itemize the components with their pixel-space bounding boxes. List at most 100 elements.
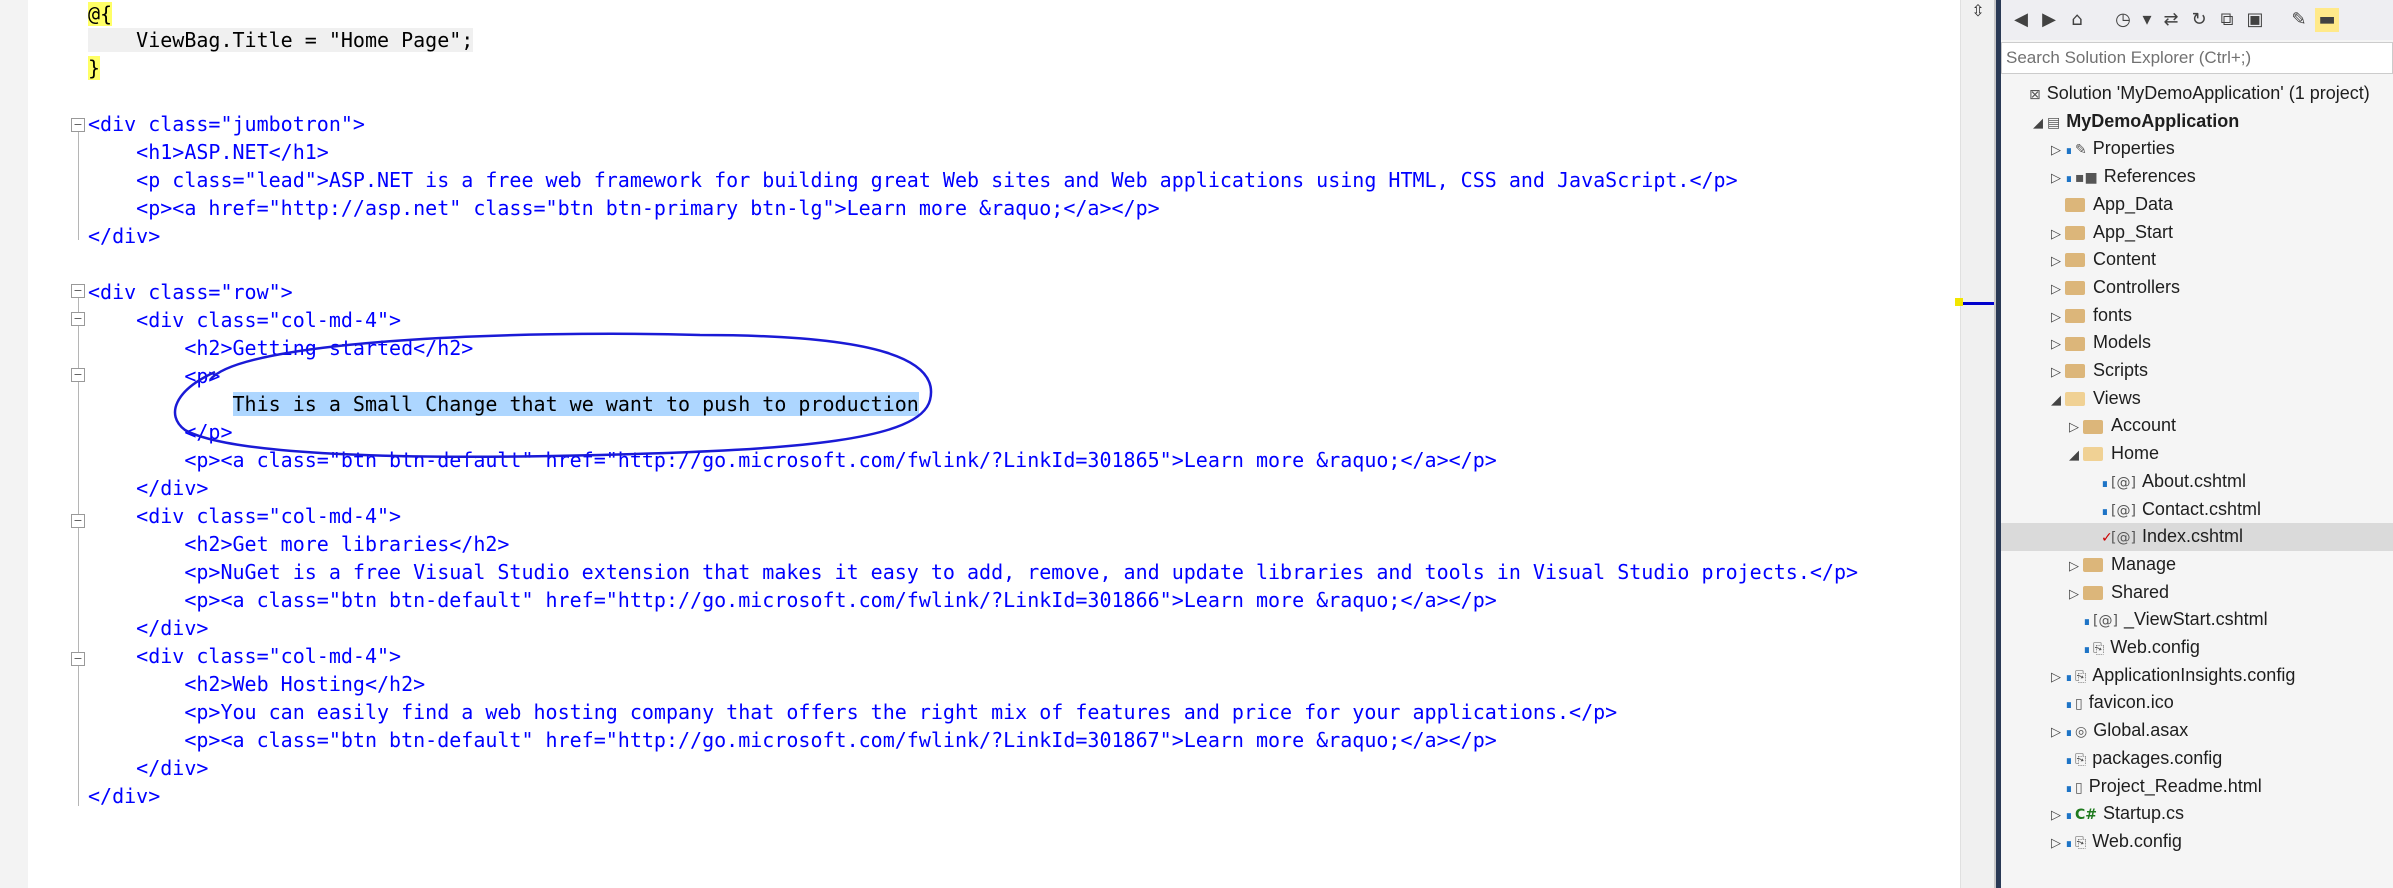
- tree-item[interactable]: ∎ [@] Contact.cshtml: [2001, 496, 2393, 524]
- code-line: <div class="jumbotron">: [88, 112, 365, 136]
- history-icon[interactable]: ◷: [2111, 8, 2135, 32]
- tree-item-label: _ViewStart.cshtml: [2123, 609, 2268, 630]
- refresh-icon[interactable]: ↻: [2187, 8, 2211, 32]
- tree-item[interactable]: App_Data: [2001, 191, 2393, 219]
- tree-item[interactable]: ▷ Account: [2001, 412, 2393, 440]
- expand-arrow-icon[interactable]: ▷: [2047, 664, 2065, 691]
- tree-item-label: Controllers: [2093, 276, 2181, 297]
- folder-icon: [2065, 225, 2085, 240]
- tree-item[interactable]: ▷ ∎ ✎ Properties: [2001, 135, 2393, 163]
- tree-item[interactable]: ∎ ⎘ Web.config: [2001, 634, 2393, 662]
- expand-arrow-icon[interactable]: ▷: [2047, 221, 2065, 248]
- lock-icon: ∎: [2101, 503, 2109, 518]
- tree-item[interactable]: ▷ Controllers: [2001, 274, 2393, 302]
- tree-item[interactable]: ▷ fonts: [2001, 302, 2393, 330]
- split-icon[interactable]: ⇳: [1965, 2, 1991, 20]
- folder-icon: [2083, 585, 2103, 600]
- expand-arrow-icon[interactable]: ▷: [2047, 331, 2065, 358]
- tree-item[interactable]: ▷ Content: [2001, 246, 2393, 274]
- folder-icon: [2065, 253, 2085, 268]
- tree-item-label: Scripts: [2093, 360, 2149, 380]
- back-icon[interactable]: ◀: [2009, 8, 2033, 32]
- expand-arrow-icon[interactable]: ▷: [2047, 719, 2065, 746]
- search-input[interactable]: Search Solution Explorer (Ctrl+;): [2001, 42, 2393, 74]
- tree-item-label: favicon.ico: [2088, 692, 2174, 713]
- code-line: <p><a class="btn btn-default" href="http…: [88, 588, 1497, 612]
- tree-item-label: Project_Readme.html: [2088, 775, 2262, 796]
- expand-arrow-icon[interactable]: ▷: [2047, 304, 2065, 331]
- tree-item[interactable]: ∎ [@] About.cshtml: [2001, 468, 2393, 496]
- tree-item[interactable]: ▷ Scripts: [2001, 357, 2393, 385]
- tree-item[interactable]: ▷ ∎ ⎘ ApplicationInsights.config: [2001, 662, 2393, 690]
- fold-toggle[interactable]: −: [71, 118, 85, 132]
- tree-item-label: Manage: [2111, 553, 2177, 574]
- expand-arrow-icon[interactable]: ▷: [2047, 359, 2065, 386]
- config-icon: ⎘: [2075, 751, 2087, 768]
- solution-icon: ⊠: [2029, 87, 2041, 103]
- tree-item[interactable]: ◢ Home: [2001, 440, 2393, 468]
- code-editor[interactable]: − − − − − − @{ ViewBag.Title = "Home Pag…: [28, 0, 1960, 888]
- fold-toggle[interactable]: −: [71, 312, 85, 326]
- expand-arrow-icon[interactable]: ▷: [2047, 830, 2065, 857]
- tree-item[interactable]: ▷ ∎ ⎘ Web.config: [2001, 828, 2393, 856]
- expand-arrow-icon[interactable]: ▷: [2047, 802, 2065, 829]
- config-icon: ⎘: [2075, 834, 2087, 851]
- tree-item-label: Models: [2093, 332, 2152, 353]
- tree-item[interactable]: ◢ Views: [2001, 385, 2393, 413]
- tree-item-label: Home: [2111, 443, 2160, 464]
- expand-arrow-icon[interactable]: ▷: [2047, 276, 2065, 303]
- tree-item[interactable]: ▷ Models: [2001, 329, 2393, 357]
- selected-text: This is a Small Change that we want to p…: [232, 392, 919, 416]
- collapse-arrow-icon[interactable]: ◢: [2065, 442, 2083, 469]
- expand-arrow-icon[interactable]: ▷: [2047, 137, 2065, 164]
- folder-icon: [2083, 419, 2103, 434]
- lock-icon: ∎: [2083, 642, 2091, 656]
- expand-arrow-icon[interactable]: ▷: [2065, 553, 2083, 580]
- tree-item-label: Views: [2093, 387, 2141, 408]
- tree-item-label: App_Data: [2093, 193, 2174, 214]
- tree-item[interactable]: ∎ ⎘ packages.config: [2001, 745, 2393, 773]
- tree-item[interactable]: ▷ Shared: [2001, 579, 2393, 607]
- tree-item[interactable]: ∎ ▯ favicon.ico: [2001, 689, 2393, 717]
- preview-icon[interactable]: ▬: [2315, 8, 2339, 32]
- code-line: </div>: [88, 476, 209, 500]
- fold-toggle[interactable]: −: [71, 652, 85, 666]
- editor-scrollbar[interactable]: ⇳: [1955, 0, 1995, 888]
- expand-arrow-icon[interactable]: ▷: [2065, 581, 2083, 608]
- tree-item[interactable]: ▷ ∎ C# Startup.cs: [2001, 800, 2393, 828]
- tree-item[interactable]: ◢ ▤ MyDemoApplication: [2001, 108, 2393, 136]
- tree-item-label: References: [2103, 166, 2196, 187]
- collapse-all-icon[interactable]: ⧉: [2215, 8, 2239, 32]
- tree-item-label: App_Start: [2093, 221, 2174, 242]
- tree-item[interactable]: ▷ ∎ ▪■ References: [2001, 163, 2393, 191]
- tree-item[interactable]: ▷ Manage: [2001, 551, 2393, 579]
- sync-icon[interactable]: ⇄: [2159, 8, 2183, 32]
- tree-item-label: packages.config: [2092, 747, 2223, 768]
- expand-arrow-icon[interactable]: ▷: [2047, 248, 2065, 275]
- expand-arrow-icon[interactable]: ▷: [2065, 414, 2083, 441]
- tree-item[interactable]: ∎ [@] _ViewStart.cshtml: [2001, 606, 2393, 634]
- tree-item-label: Global.asax: [2093, 720, 2189, 741]
- show-all-files-icon[interactable]: ▣: [2243, 8, 2267, 32]
- tree-item-label: Solution 'MyDemoApplication' (1 project): [2046, 83, 2370, 103]
- forward-icon[interactable]: ▶: [2037, 8, 2061, 32]
- fold-toggle[interactable]: −: [71, 368, 85, 382]
- tree-item[interactable]: ∎ ▯ Project_Readme.html: [2001, 773, 2393, 801]
- lock-icon: ∎: [2065, 752, 2073, 767]
- collapse-arrow-icon[interactable]: ◢: [2029, 110, 2047, 137]
- chevron-down-icon[interactable]: ▾: [2135, 8, 2159, 32]
- home-icon[interactable]: ⌂: [2065, 8, 2089, 32]
- tree-item-label: Index.cshtml: [2141, 526, 2243, 547]
- properties-icon[interactable]: ✎: [2287, 8, 2311, 32]
- tree-item[interactable]: ✓[@] Index.cshtml: [2001, 523, 2393, 552]
- solution-explorer: ◀ ▶ ⌂ ◷ ▾ ⇄ ↻ ⧉ ▣ ✎ ▬ Search Solution Ex…: [2001, 0, 2393, 888]
- tree-item[interactable]: ▷ App_Start: [2001, 219, 2393, 247]
- expand-arrow-icon[interactable]: ▷: [2047, 165, 2065, 192]
- tree-item-label: Web.config: [2110, 637, 2200, 657]
- fold-toggle[interactable]: −: [71, 514, 85, 528]
- tree-item[interactable]: ⊠ Solution 'MyDemoApplication' (1 project…: [2001, 80, 2393, 108]
- collapse-arrow-icon[interactable]: ◢: [2047, 387, 2065, 414]
- fold-toggle[interactable]: −: [71, 284, 85, 298]
- tree-item[interactable]: ▷ ∎ ◎ Global.asax: [2001, 717, 2393, 745]
- code-line: <h1>ASP.NET</h1>: [88, 140, 329, 164]
